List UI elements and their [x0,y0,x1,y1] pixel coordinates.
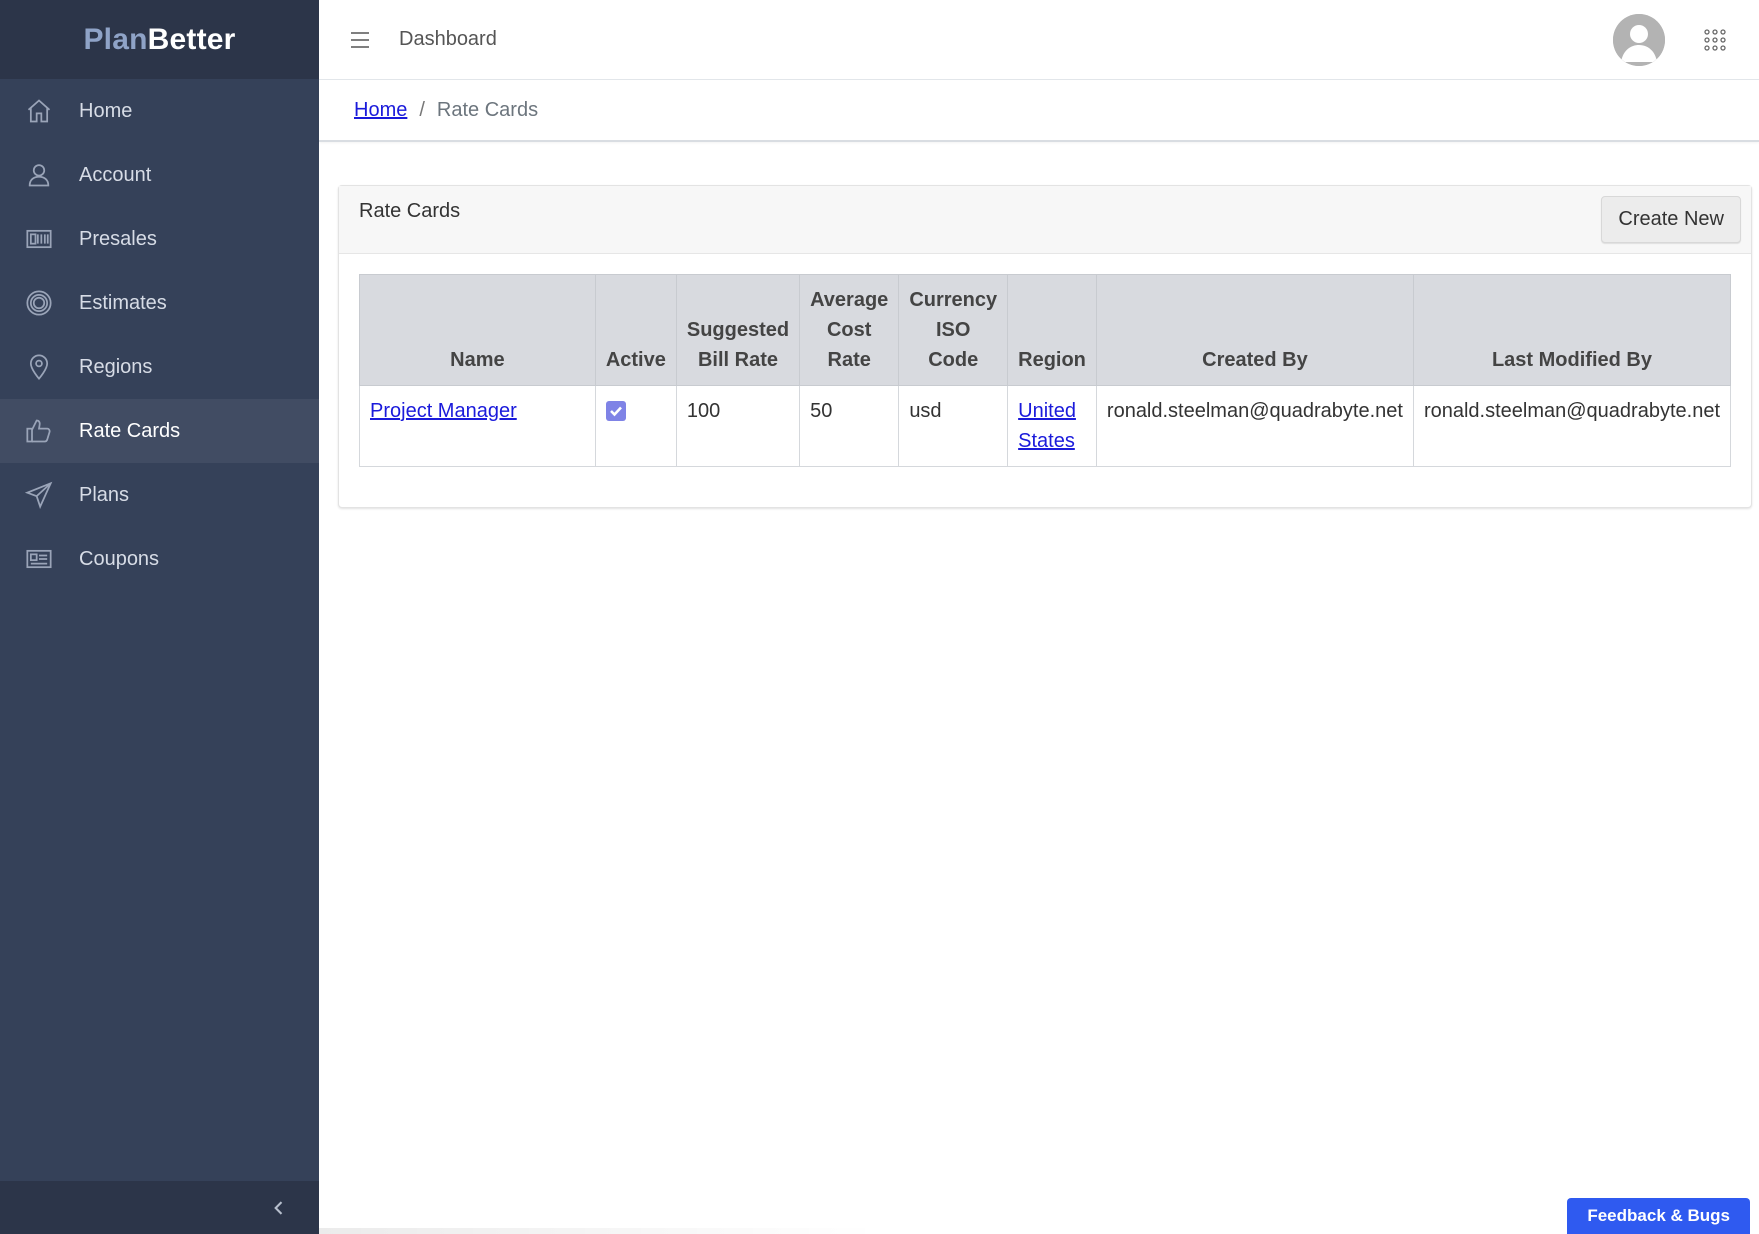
bottom-shadow [319,1228,879,1234]
region-link[interactable]: United States [1018,400,1076,452]
checkmark-icon [609,406,622,417]
create-new-button[interactable]: Create New [1601,196,1741,243]
cell-cost-rate: 50 [799,385,900,467]
column-header-region[interactable]: Region [1007,274,1097,386]
sidebar-item-coupons[interactable]: Coupons [0,527,319,591]
send-icon [25,481,53,509]
brand-part-better: Better [147,22,236,56]
sidebar-item-label: Regions [79,355,153,378]
hamburger-icon [351,31,369,48]
sidebar-item-label: Estimates [79,291,167,314]
coupon-icon [25,545,53,573]
cell-modified-by: ronald.steelman@quadrabyte.net [1412,385,1732,467]
user-icon [25,161,53,189]
sidebar-item-label: Account [79,163,152,186]
sidebar-item-label: Plans [79,483,130,506]
sidebar-item-presales[interactable]: Presales [0,207,319,271]
brand-logo[interactable]: Plan Better [0,0,319,79]
column-header-suggested-bill-rate[interactable]: Suggested Bill Rate [675,274,801,386]
cell-created-by: ronald.steelman@quadrabyte.net [1095,385,1414,467]
cell-currency: usd [898,385,1009,467]
home-icon [25,97,53,125]
thumbs-up-icon [25,417,53,445]
column-header-active[interactable]: Active [594,274,677,386]
menu-toggle-button[interactable] [349,29,371,51]
cell-bill-rate: 100 [675,385,801,467]
cell-name: Project Manager [359,385,596,467]
apps-grid-icon [1704,29,1726,51]
column-header-created-by[interactable]: Created By [1095,274,1414,386]
rate-cards-panel: Rate Cards Create New Name Active Sugges… [338,185,1752,508]
brand-part-plan: Plan [83,22,148,56]
sidebar-item-plans[interactable]: Plans [0,463,319,527]
feedback-button[interactable]: Feedback & Bugs [1567,1198,1750,1234]
rate-card-name-link[interactable]: Project Manager [370,400,517,422]
sidebar-item-rate-cards[interactable]: Rate Cards [0,399,319,463]
breadcrumb-current: Rate Cards [436,98,539,121]
column-header-currency-iso-code[interactable]: Currency ISO Code [898,274,1009,386]
sidebar-item-label: Presales [79,227,157,250]
panel-header: Rate Cards Create New [339,186,1751,254]
map-pin-icon [25,353,53,381]
user-avatar-icon [1613,14,1665,66]
sidebar-item-home[interactable]: Home [0,79,319,143]
sidebar-item-label: Home [79,99,133,122]
breadcrumb-separator: / [419,98,425,121]
page-title: Dashboard [399,28,497,50]
sidebar-item-estimates[interactable]: Estimates [0,271,319,335]
column-header-last-modified-by[interactable]: Last Modified By [1412,274,1732,386]
active-checkbox[interactable] [605,401,626,421]
sidebar: Plan Better Home Account Presales Estimat… [0,0,319,1234]
top-bar: Dashboard [319,0,1759,80]
sidebar-item-label: Coupons [79,547,160,570]
table-row: Project Manager 100 50 usd United States… [359,385,1732,467]
target-icon [25,289,53,317]
avatar[interactable] [1613,14,1665,66]
sidebar-collapse-button[interactable] [0,1181,319,1234]
rate-cards-table: Name Active Suggested Bill Rate Average … [359,274,1732,467]
sidebar-item-account[interactable]: Account [0,143,319,207]
sidebar-nav: Home Account Presales Estimates Regions … [0,79,319,591]
table-header-row: Name Active Suggested Bill Rate Average … [359,274,1732,386]
breadcrumb-home-link[interactable]: Home [354,99,407,122]
column-header-name[interactable]: Name [359,274,596,386]
sidebar-item-regions[interactable]: Regions [0,335,319,399]
column-header-average-cost-rate[interactable]: Average Cost Rate [799,274,900,386]
cell-active [594,385,677,467]
sidebar-item-label: Rate Cards [79,419,181,442]
panel-title: Rate Cards [359,200,461,222]
chevron-left-icon [274,1200,283,1215]
cell-region: United States [1007,385,1097,467]
breadcrumb: Home / Rate Cards [319,80,1759,142]
apps-grid-button[interactable] [1703,28,1727,52]
presales-icon [25,225,53,253]
